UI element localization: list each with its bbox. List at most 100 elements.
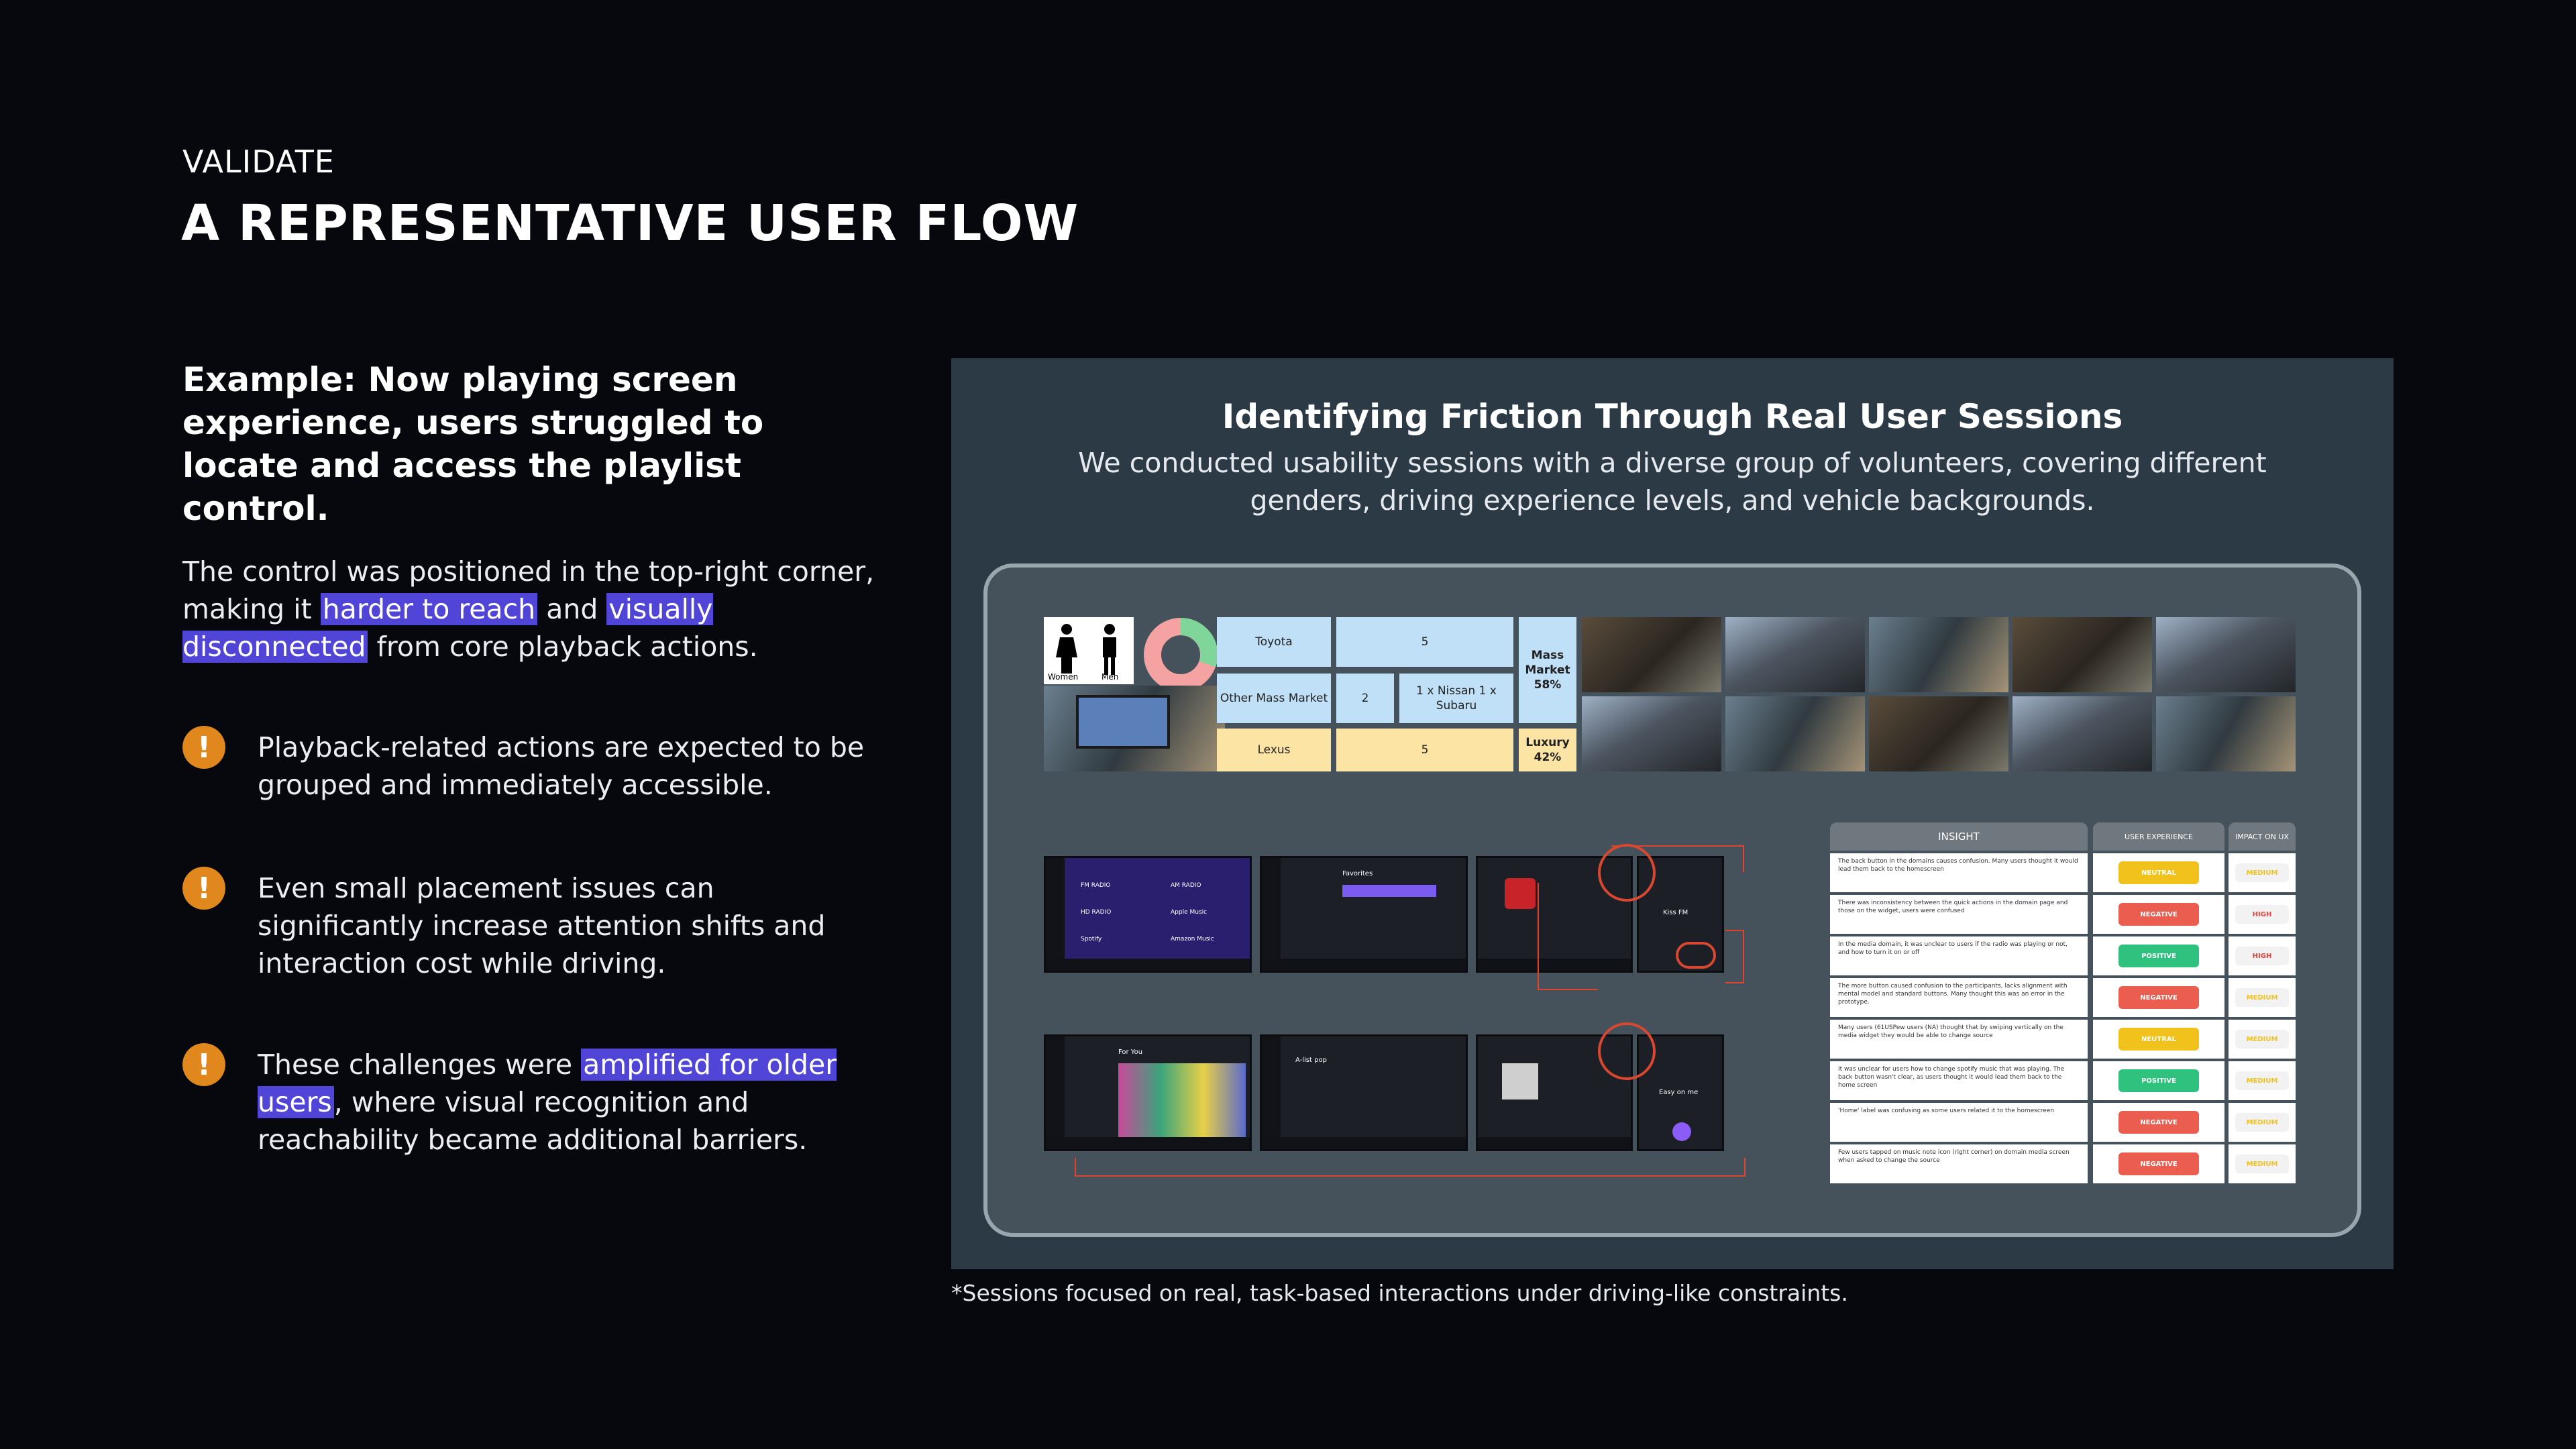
mass-market-card: Mass Market 58% [1519, 617, 1576, 723]
session-photo [1582, 696, 1721, 771]
research-mosaic: Women Men Toyota 5 Mass Market 58% Other… [983, 564, 2361, 1237]
session-photo [1869, 696, 2008, 771]
panel-subtitle: We conducted usability sessions with a d… [1078, 447, 2267, 517]
song-title: Easy on me [1659, 1089, 1699, 1096]
insight-header: INSIGHT [1830, 822, 2088, 851]
ux-badge: NEGATIVE [2118, 903, 2199, 926]
session-photo [2012, 696, 2152, 771]
impact-header: IMPACT ON UX [2229, 822, 2296, 851]
insight-text: The back button in the domains causes co… [1830, 853, 2088, 892]
insight-text: In the media domain, it was unclear to u… [1830, 936, 2088, 975]
source-apple: Apple Music [1171, 909, 1208, 916]
flow-connector [1538, 883, 1598, 990]
impact-badge: HIGH [2235, 905, 2289, 924]
men-label: Men [1102, 672, 1119, 682]
insight-row: The back button in the domains causes co… [1830, 853, 2296, 892]
gender-card: Women Men [1044, 617, 1134, 684]
tap-indicator [1598, 844, 1656, 902]
screen-favorites: Favorites [1260, 856, 1468, 973]
insight-row: It was unclear for users how to change s… [1830, 1061, 2296, 1100]
screen-media-sources: FM RADIO AM RADIO HD RADIO Apple Music S… [1044, 856, 1252, 973]
lead-statement: Example: Now playing screen experience, … [182, 360, 764, 528]
body-text-end: from core playback actions. [368, 631, 758, 663]
car-display [1076, 695, 1170, 749]
impact-badge: MEDIUM [2235, 1030, 2289, 1049]
ux-badge: NEUTRAL [2118, 1028, 2199, 1051]
bullet-text: Playback-related actions are expected to… [258, 731, 865, 801]
research-panel: Identifying Friction Through Real User S… [951, 358, 2394, 1269]
insight-text: It was unclear for users how to change s… [1830, 1061, 2088, 1100]
vehicle-brands-card: 1 x Nissan 1 x Subaru [1399, 674, 1513, 723]
body-text-middle: and [537, 593, 607, 625]
tap-indicator [1598, 1022, 1656, 1080]
ux-badge: POSITIVE [2118, 945, 2199, 967]
warning-icon: ! [182, 1043, 225, 1086]
insight-text: There was inconsistency between the quic… [1830, 895, 2088, 934]
station-name: Kiss FM [1663, 909, 1688, 916]
source-am: AM RADIO [1171, 882, 1201, 889]
vehicle-card-toyota: Toyota [1217, 617, 1331, 667]
panel-title: Identifying Friction Through Real User S… [1222, 397, 2123, 436]
session-photo [1869, 617, 2008, 692]
ux-header: USER EXPERIENCE [2093, 822, 2224, 851]
warning-icon: ! [182, 867, 225, 910]
session-photo [2156, 617, 2296, 692]
flow-connector [1725, 930, 1744, 983]
vehicle-count-card: 5 [1336, 617, 1513, 667]
section-eyebrow: VALIDATE [182, 144, 335, 180]
ux-badge: NEGATIVE [2118, 986, 2199, 1009]
insight-rows: The back button in the domains causes co… [1830, 853, 2296, 1186]
impact-badge: MEDIUM [2235, 1113, 2289, 1132]
vehicle-count-card: 5 [1336, 729, 1513, 771]
insight-row: The more button caused confusion to the … [1830, 978, 2296, 1017]
session-photo [1725, 617, 1865, 692]
impact-badge: MEDIUM [2235, 1071, 2289, 1090]
station-logo [1505, 878, 1536, 909]
bullet-text: Even small placement issues can signific… [258, 872, 826, 979]
bullet-text: These challenges were amplified for olde… [258, 1046, 880, 1159]
tap-indicator [1676, 942, 1716, 969]
insight-text: 'Home' label was confusing as some users… [1830, 1103, 2088, 1142]
source-spotify: Spotify [1081, 936, 1102, 943]
luxury-card: Luxury 42% [1519, 729, 1576, 771]
bullet-item: ! Even small placement issues can signif… [182, 867, 880, 982]
favorites-label: Favorites [1342, 870, 1373, 877]
highlight-harder-to-reach: harder to reach [320, 593, 538, 625]
impact-badge: MEDIUM [2235, 863, 2289, 882]
women-label: Women [1048, 672, 1079, 682]
insight-row: Few users tapped on music note icon (rig… [1830, 1144, 2296, 1183]
vehicle-card-lexus: Lexus [1217, 729, 1331, 771]
bullet-text-end: , where visual recognition and reachabil… [258, 1086, 808, 1156]
ux-badge: NEGATIVE [2118, 1152, 2199, 1175]
impact-badge: HIGH [2235, 947, 2289, 965]
insight-text: Many users (61USPew users (NA) thought t… [1830, 1020, 2088, 1059]
session-photo [2012, 617, 2152, 692]
source-fm: FM RADIO [1081, 882, 1111, 889]
vehicle-count-card: 2 [1336, 674, 1394, 723]
screen-for-you: For You [1044, 1034, 1252, 1151]
page-title: A REPRESENTATIVE USER FLOW [181, 195, 1079, 252]
ux-badge: POSITIVE [2118, 1069, 2199, 1092]
insight-row: There was inconsistency between the quic… [1830, 895, 2296, 934]
driver-session-photo [1044, 686, 1225, 771]
donut-chart [1144, 617, 1218, 692]
insight-row: 'Home' label was confusing as some users… [1830, 1103, 2296, 1142]
flow-connector [1075, 1158, 1746, 1177]
album-grid [1118, 1063, 1246, 1137]
source-amazon: Amazon Music [1171, 936, 1214, 943]
insight-text: Few users tapped on music note icon (rig… [1830, 1144, 2088, 1183]
bullet-item: ! These challenges were amplified for ol… [182, 1043, 880, 1159]
favorites-highlight [1342, 885, 1436, 897]
insight-text: The more button caused confusion to the … [1830, 978, 2088, 1017]
play-pause-icon [1672, 1122, 1691, 1141]
insight-row: Many users (61USPew users (NA) thought t… [1830, 1020, 2296, 1059]
ux-badge: NEUTRAL [2118, 861, 2199, 884]
impact-badge: MEDIUM [2235, 988, 2289, 1007]
body-paragraph: The control was positioned in the top-ri… [182, 553, 894, 665]
bullet-item: ! Playback-related actions are expected … [182, 726, 880, 804]
bullet-text-start: These challenges were [258, 1049, 582, 1081]
playlist-title: A-list pop [1295, 1057, 1327, 1064]
session-photo [1725, 696, 1865, 771]
session-photo [2156, 696, 2296, 771]
screen-playlist: A-list pop [1260, 1034, 1468, 1151]
